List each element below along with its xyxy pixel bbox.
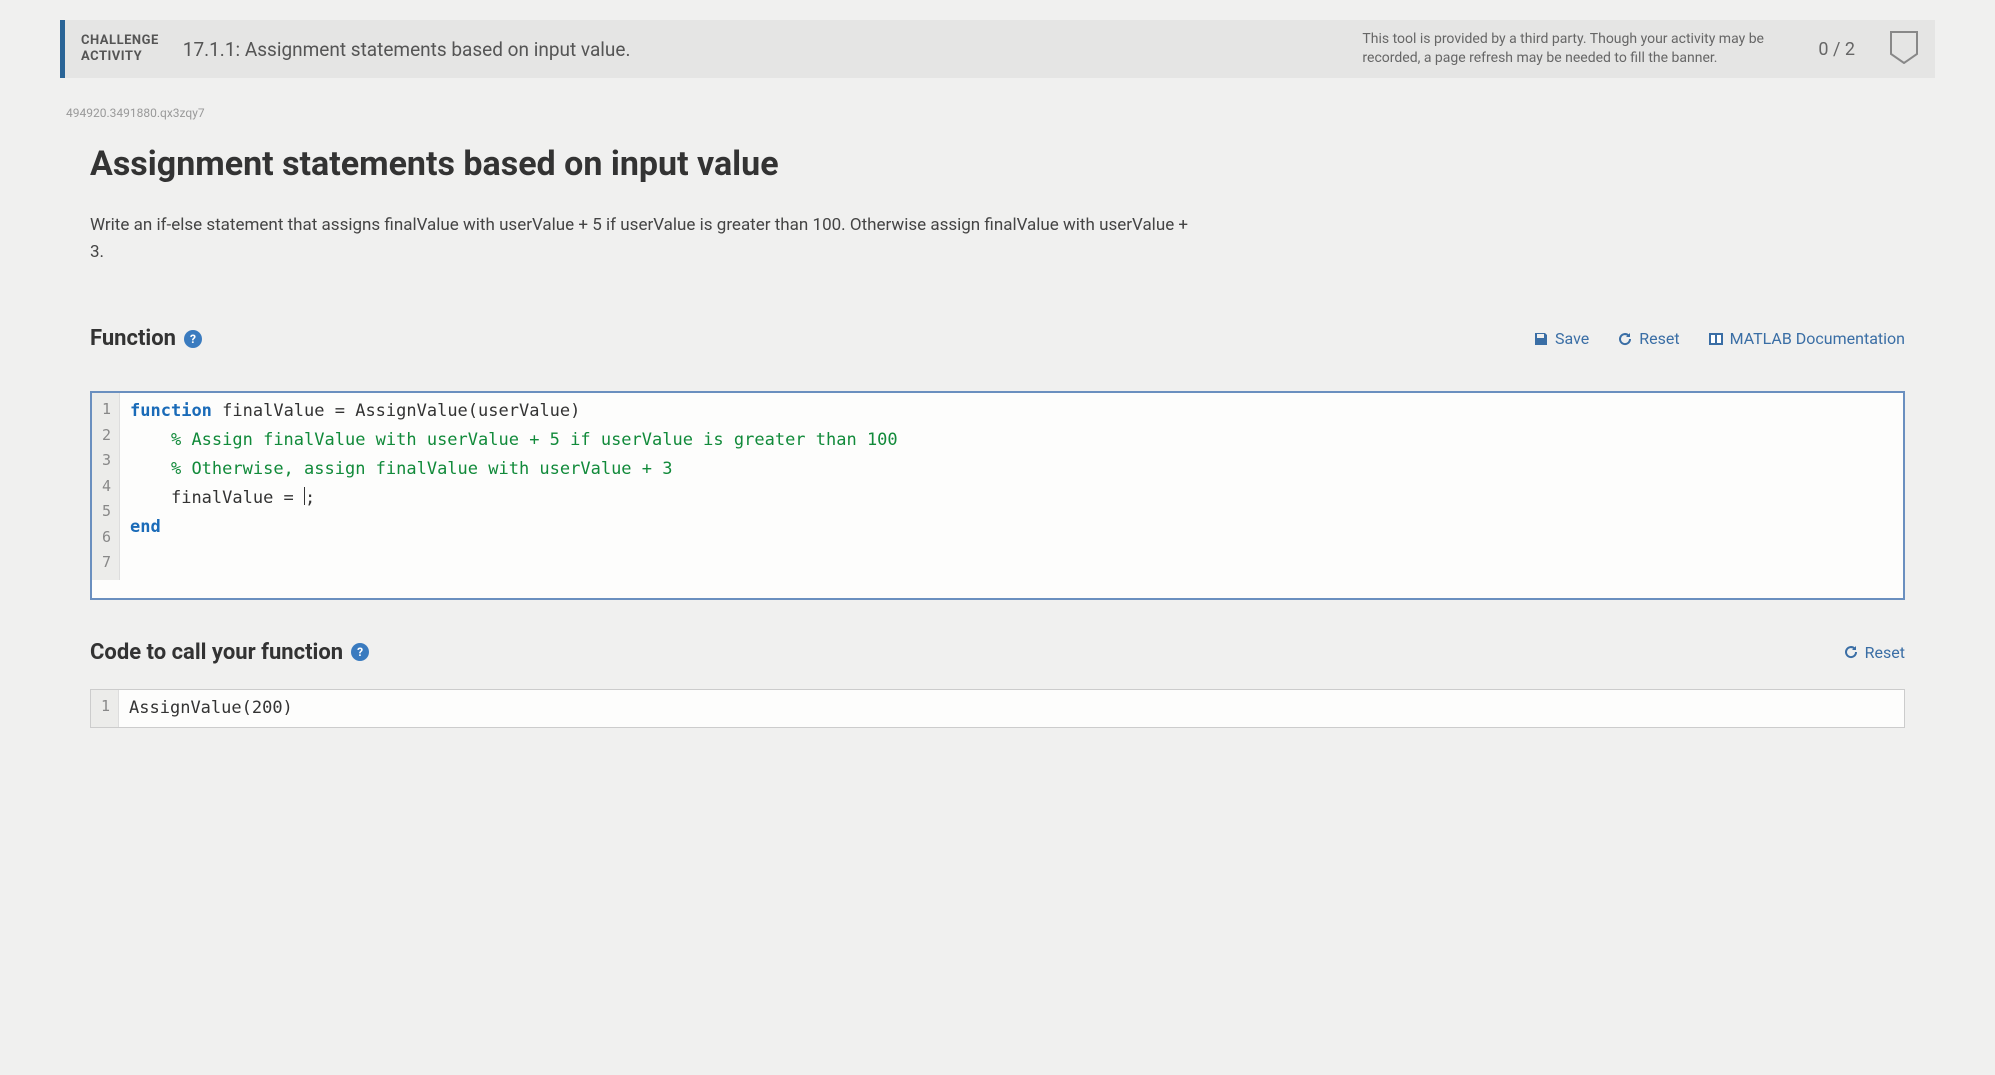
- reset-call-button[interactable]: Reset: [1843, 643, 1905, 662]
- code-line: % Otherwise, assign finalValue with user…: [130, 455, 1893, 484]
- call-label: Code to call your function: [90, 640, 343, 665]
- code-body[interactable]: function finalValue = AssignValue(userVa…: [120, 393, 1903, 580]
- prompt-text: Write an if-else statement that assigns …: [90, 212, 1190, 266]
- reset-icon: [1843, 644, 1859, 660]
- line-number: 1: [101, 694, 110, 720]
- code-line: finalValue = ;: [130, 484, 1893, 513]
- docs-icon: [1708, 331, 1724, 347]
- call-label-wrap: Code to call your function ?: [90, 640, 369, 665]
- code-line: % Assign finalValue with userValue + 5 i…: [130, 426, 1893, 455]
- text-cursor: [304, 487, 305, 505]
- reset-label: Reset: [1639, 329, 1679, 348]
- line-number: 5: [102, 499, 111, 525]
- challenge-badge: CHALLENGE ACTIVITY: [81, 33, 159, 64]
- help-icon[interactable]: ?: [351, 643, 369, 661]
- code-editor[interactable]: 1 2 3 4 5 6 7 function finalValue = Assi…: [90, 391, 1905, 600]
- code-line: function finalValue = AssignValue(userVa…: [130, 397, 1893, 426]
- code-text: ;: [305, 488, 315, 508]
- reset-button[interactable]: Reset: [1617, 329, 1679, 348]
- save-icon: [1533, 331, 1549, 347]
- line-number: 1: [102, 397, 111, 423]
- comment: % Otherwise, assign finalValue with user…: [130, 459, 672, 479]
- line-number: 4: [102, 474, 111, 500]
- editor-toolbar: Save Reset MATLAB Documentation: [1533, 329, 1905, 348]
- content-area: Assignment statements based on input val…: [60, 144, 1935, 728]
- code-text: finalValue =: [130, 488, 304, 508]
- save-button[interactable]: Save: [1533, 329, 1589, 348]
- reset-icon: [1617, 331, 1633, 347]
- line-gutter: 1: [91, 690, 119, 727]
- docs-button[interactable]: MATLAB Documentation: [1708, 329, 1905, 348]
- badge-line1: CHALLENGE: [81, 33, 159, 49]
- comment: % Assign finalValue with userValue + 5 i…: [130, 430, 898, 450]
- shield-icon: [1889, 30, 1919, 68]
- line-number: 6: [102, 525, 111, 551]
- code-line: AssignValue(200): [129, 694, 1894, 723]
- help-icon[interactable]: ?: [184, 330, 202, 348]
- line-number: 7: [102, 550, 111, 576]
- third-party-note: This tool is provided by a third party. …: [1362, 30, 1782, 68]
- challenge-title: 17.1.1: Assignment statements based on i…: [183, 38, 1339, 61]
- code-body[interactable]: AssignValue(200): [119, 690, 1904, 727]
- call-section-header: Code to call your function ? Reset: [90, 640, 1905, 665]
- save-label: Save: [1555, 329, 1589, 348]
- page-title: Assignment statements based on input val…: [90, 144, 1905, 184]
- line-number: 3: [102, 448, 111, 474]
- tracking-id: 494920.3491880.qx3zqy7: [66, 106, 1935, 120]
- function-section-header: Function ? Save Reset MATLAB Documenta: [90, 326, 1905, 351]
- code-line: end: [130, 513, 1893, 542]
- call-editor[interactable]: 1 AssignValue(200): [90, 689, 1905, 728]
- keyword: function: [130, 401, 212, 421]
- function-label: Function: [90, 326, 176, 351]
- badge-line2: ACTIVITY: [81, 49, 159, 65]
- code-text: finalValue = AssignValue(userValue): [212, 401, 580, 421]
- line-gutter: 1 2 3 4 5 6 7: [92, 393, 120, 580]
- keyword: end: [130, 517, 161, 537]
- challenge-header: CHALLENGE ACTIVITY 17.1.1: Assignment st…: [60, 20, 1935, 78]
- score-badge: 0 / 2: [1818, 39, 1855, 60]
- reset-call-label: Reset: [1865, 643, 1905, 662]
- function-label-wrap: Function ?: [90, 326, 202, 351]
- line-number: 2: [102, 423, 111, 449]
- docs-label: MATLAB Documentation: [1730, 329, 1905, 348]
